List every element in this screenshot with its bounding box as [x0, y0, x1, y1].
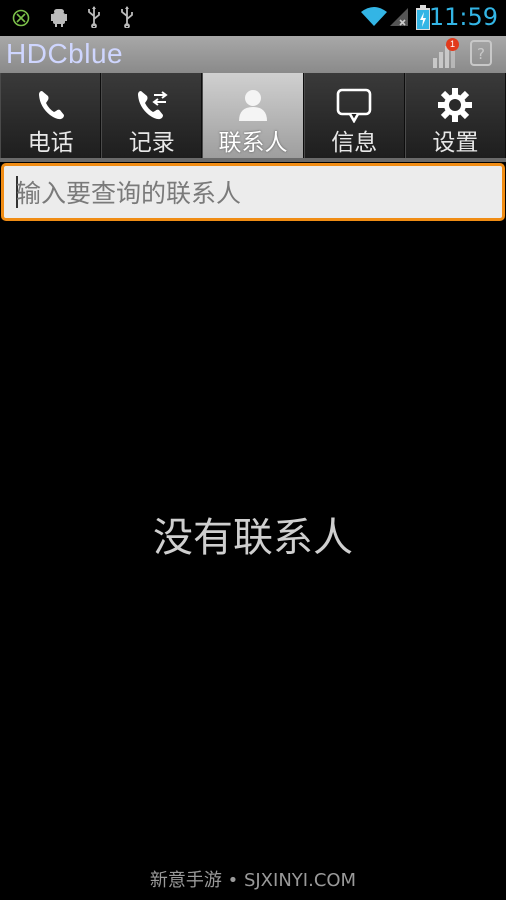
- contact-icon: [235, 87, 271, 123]
- help-icon[interactable]: ?: [470, 40, 492, 70]
- svg-text:?: ?: [477, 45, 485, 63]
- title-bar: HDCblue ?: [0, 36, 506, 73]
- no-signal-icon: [388, 6, 410, 32]
- notification-badge: 1: [446, 38, 459, 51]
- watermark: 新意手游 • SJXINYI.COM: [149, 870, 357, 891]
- usb-icon: [86, 6, 102, 28]
- gear-icon: [437, 87, 473, 123]
- tab-contacts[interactable]: 联系人: [202, 73, 304, 158]
- android-debug-icon: [50, 7, 68, 27]
- search-input[interactable]: [14, 166, 498, 220]
- tab-call-log[interactable]: 记录: [101, 73, 203, 158]
- xbox-icon: [12, 9, 30, 27]
- tab-phone[interactable]: 电话: [0, 73, 102, 158]
- search-box[interactable]: [1, 163, 505, 221]
- call-log-icon: [134, 87, 170, 123]
- tab-bar: 电话 记录 联系人 信息 设置: [0, 73, 506, 158]
- tab-label: 设置: [432, 130, 479, 156]
- wifi-icon: [360, 6, 388, 32]
- phone-icon: [33, 87, 69, 123]
- tab-settings[interactable]: 设置: [404, 73, 506, 158]
- message-icon: [336, 87, 372, 124]
- usb-icon: [119, 6, 135, 28]
- empty-state-message: 没有联系人: [153, 515, 353, 561]
- tab-label: 联系人: [218, 130, 288, 156]
- app-title: HDCblue: [6, 38, 124, 69]
- tab-label: 电话: [27, 130, 74, 156]
- status-bar: 11:59: [0, 0, 506, 36]
- clock: 11:59: [428, 3, 498, 31]
- tab-label: 记录: [128, 130, 175, 156]
- tab-label: 信息: [331, 130, 378, 156]
- tab-messages[interactable]: 信息: [303, 73, 405, 158]
- search-area: [0, 162, 506, 222]
